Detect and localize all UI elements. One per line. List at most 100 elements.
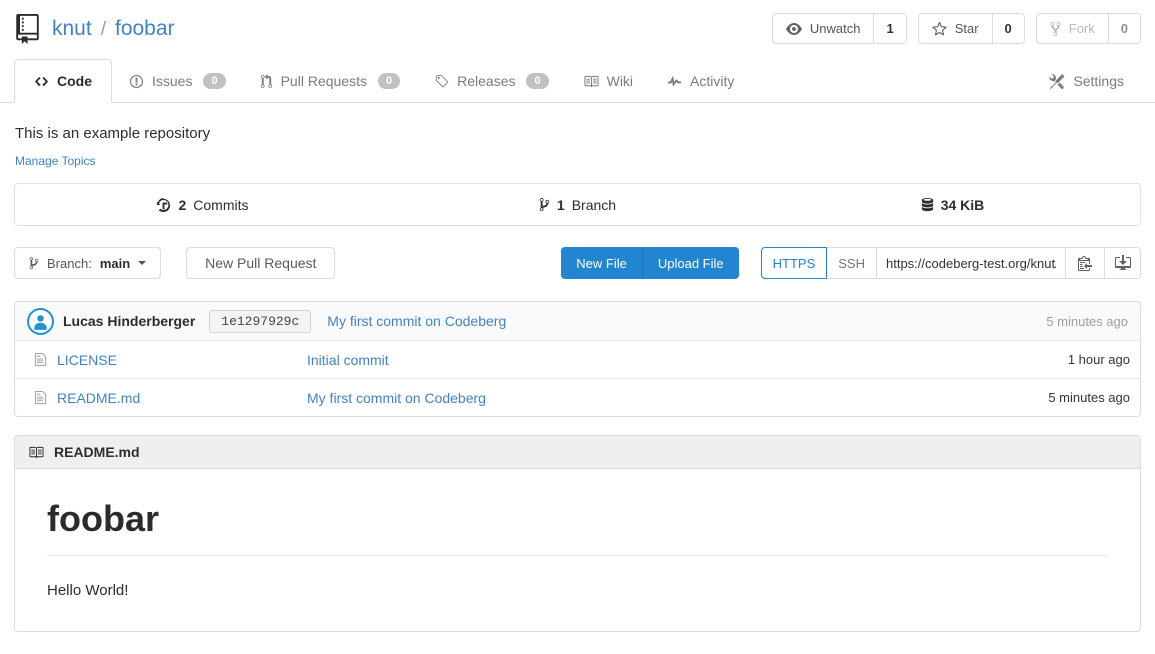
readme-heading: foobar	[47, 499, 1108, 556]
commit-message-link[interactable]: My first commit on Codeberg	[327, 313, 506, 329]
tab-pull-requests-label: Pull Requests	[281, 73, 367, 89]
file-commit-message[interactable]: My first commit on Codeberg	[307, 390, 486, 406]
readme-paragraph: Hello World!	[47, 582, 1108, 599]
tab-pull-requests[interactable]: Pull Requests 0	[243, 60, 418, 102]
readme-panel: README.md foobar Hello World!	[14, 435, 1141, 632]
pulse-icon	[667, 74, 682, 89]
repo-icon	[16, 14, 39, 44]
commits-count: 2	[178, 197, 186, 213]
unwatch-button[interactable]: Unwatch	[773, 14, 874, 43]
readme-content: foobar Hello World!	[15, 469, 1140, 631]
unwatch-label: Unwatch	[810, 21, 861, 36]
download-archive-button[interactable]	[1104, 247, 1141, 279]
file-time: 5 minutes ago	[1048, 390, 1130, 405]
repo-actions: Unwatch 1 Star 0 Fork 0	[772, 13, 1141, 44]
tab-wiki[interactable]: Wiki	[566, 60, 650, 102]
avatar[interactable]	[27, 308, 54, 335]
fork-button[interactable]: Fork	[1037, 14, 1108, 43]
new-file-button[interactable]: New File	[561, 247, 642, 279]
https-protocol-button[interactable]: HTTPS	[761, 247, 828, 279]
issue-icon	[129, 74, 144, 89]
fork-button-group: Fork 0	[1036, 13, 1141, 44]
clone-url-input[interactable]	[876, 247, 1066, 279]
code-toolbar: Branch: main New Pull Request New File U…	[14, 247, 1141, 279]
tab-releases-label: Releases	[457, 73, 515, 89]
star-button[interactable]: Star	[919, 14, 992, 43]
tab-activity[interactable]: Activity	[650, 60, 751, 102]
table-row: README.md My first commit on Codeberg 5 …	[15, 378, 1140, 416]
branches-label: Branch	[572, 197, 616, 213]
forks-count[interactable]: 0	[1108, 14, 1140, 43]
copy-url-button[interactable]	[1065, 247, 1105, 279]
repo-link[interactable]: foobar	[115, 17, 175, 41]
latest-commit-row: Lucas Hinderberger 1e1297929c My first c…	[15, 302, 1140, 340]
readme-filename: README.md	[54, 444, 140, 460]
commits-label: Commits	[193, 197, 248, 213]
star-button-group: Star 0	[918, 13, 1025, 44]
branch-icon	[539, 197, 550, 212]
description-text: This is an example repository	[15, 125, 1141, 142]
clipboard-icon	[1078, 255, 1092, 271]
tab-wiki-label: Wiki	[607, 73, 633, 89]
branches-stat[interactable]: 1 Branch	[390, 197, 765, 213]
repo-description: This is an example repository Manage Top…	[0, 103, 1155, 168]
size-stat: 34 KiB	[765, 197, 1140, 213]
tag-icon	[434, 74, 449, 89]
tab-issues-label: Issues	[152, 73, 192, 89]
tab-settings[interactable]: Settings	[1032, 60, 1141, 102]
tab-code[interactable]: Code	[14, 59, 112, 103]
breadcrumb: knut / foobar	[52, 17, 175, 41]
branch-icon	[29, 256, 39, 270]
file-list: Lucas Hinderberger 1e1297929c My first c…	[14, 301, 1141, 417]
table-row: LICENSE Initial commit 1 hour ago	[15, 340, 1140, 378]
tools-icon	[1049, 74, 1065, 89]
commit-time: 5 minutes ago	[1046, 314, 1128, 329]
code-icon	[34, 74, 49, 89]
repo-stats-bar: 2 Commits 1 Branch 34 KiB	[14, 183, 1141, 226]
file-commit-message[interactable]: Initial commit	[307, 352, 389, 368]
file-actions-group: New File Upload File	[561, 247, 738, 279]
clone-url-group: HTTPS SSH	[761, 247, 1141, 279]
chevron-down-icon	[138, 259, 146, 267]
branch-name: main	[100, 256, 130, 271]
releases-count-badge: 0	[526, 73, 548, 89]
database-icon	[921, 197, 934, 212]
file-icon	[34, 352, 47, 367]
file-icon	[34, 390, 47, 405]
commits-stat[interactable]: 2 Commits	[15, 197, 390, 213]
branches-count: 1	[557, 197, 565, 213]
file-link[interactable]: README.md	[57, 390, 140, 406]
unwatch-button-group: Unwatch 1	[772, 13, 907, 44]
ssh-protocol-button[interactable]: SSH	[826, 247, 877, 279]
pull-request-icon	[260, 74, 273, 89]
star-label: Star	[955, 21, 979, 36]
fork-icon	[1050, 21, 1061, 37]
upload-file-button[interactable]: Upload File	[642, 247, 739, 279]
commit-author[interactable]: Lucas Hinderberger	[63, 313, 195, 329]
manage-topics-link[interactable]: Manage Topics	[15, 154, 96, 168]
fork-label: Fork	[1069, 21, 1095, 36]
person-icon	[31, 312, 50, 331]
breadcrumb-separator: /	[101, 19, 106, 41]
branch-selector[interactable]: Branch: main	[14, 247, 161, 279]
eye-icon	[786, 21, 802, 37]
wiki-book-icon	[583, 74, 599, 89]
tab-issues[interactable]: Issues 0	[112, 60, 243, 102]
readme-header: README.md	[15, 436, 1140, 469]
issues-count-badge: 0	[203, 73, 225, 89]
tab-settings-label: Settings	[1073, 73, 1124, 89]
file-link[interactable]: LICENSE	[57, 352, 117, 368]
download-icon	[1115, 255, 1131, 271]
book-icon	[28, 445, 44, 460]
history-icon	[156, 197, 171, 212]
star-icon	[932, 21, 947, 36]
tab-activity-label: Activity	[690, 73, 734, 89]
commit-sha-badge[interactable]: 1e1297929c	[209, 310, 311, 333]
stars-count[interactable]: 0	[992, 14, 1024, 43]
tab-code-label: Code	[57, 73, 92, 89]
tab-releases[interactable]: Releases 0	[417, 60, 566, 102]
owner-link[interactable]: knut	[52, 17, 92, 41]
new-pull-request-button[interactable]: New Pull Request	[186, 247, 335, 279]
repo-header: knut / foobar Unwatch 1 Star 0 Fork 0	[0, 0, 1155, 44]
watchers-count[interactable]: 1	[873, 14, 905, 43]
